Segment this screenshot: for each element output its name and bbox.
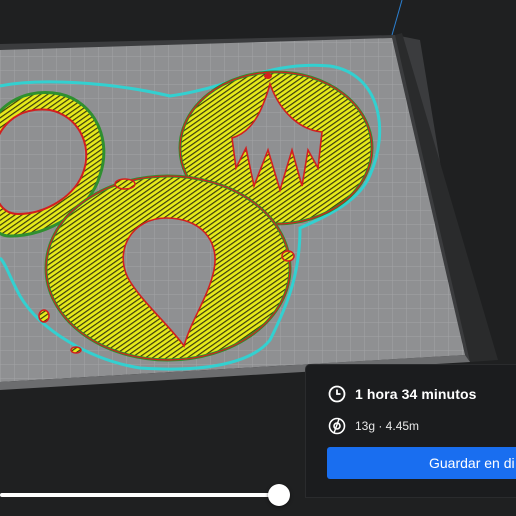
layer-slider-track[interactable]	[0, 493, 280, 497]
print-time-label: 1 hora 34 minutos	[355, 386, 477, 402]
material-usage-label: 13g · 4.45m	[355, 419, 420, 433]
pin-disc-model	[44, 174, 292, 362]
save-to-disk-button[interactable]: Guardar en di	[327, 447, 516, 479]
save-to-disk-label: Guardar en di	[429, 455, 515, 471]
material-usage-row: 13g · 4.45m	[328, 417, 419, 435]
print-time-row: 1 hora 34 minutos	[328, 385, 477, 403]
layer-slider[interactable]	[0, 484, 290, 506]
clock-icon	[328, 385, 346, 403]
filament-spool-icon	[328, 417, 346, 435]
print-info-panel: 1 hora 34 minutos 13g · 4.45m Guardar en…	[306, 365, 516, 497]
layer-slider-handle[interactable]	[268, 484, 290, 506]
